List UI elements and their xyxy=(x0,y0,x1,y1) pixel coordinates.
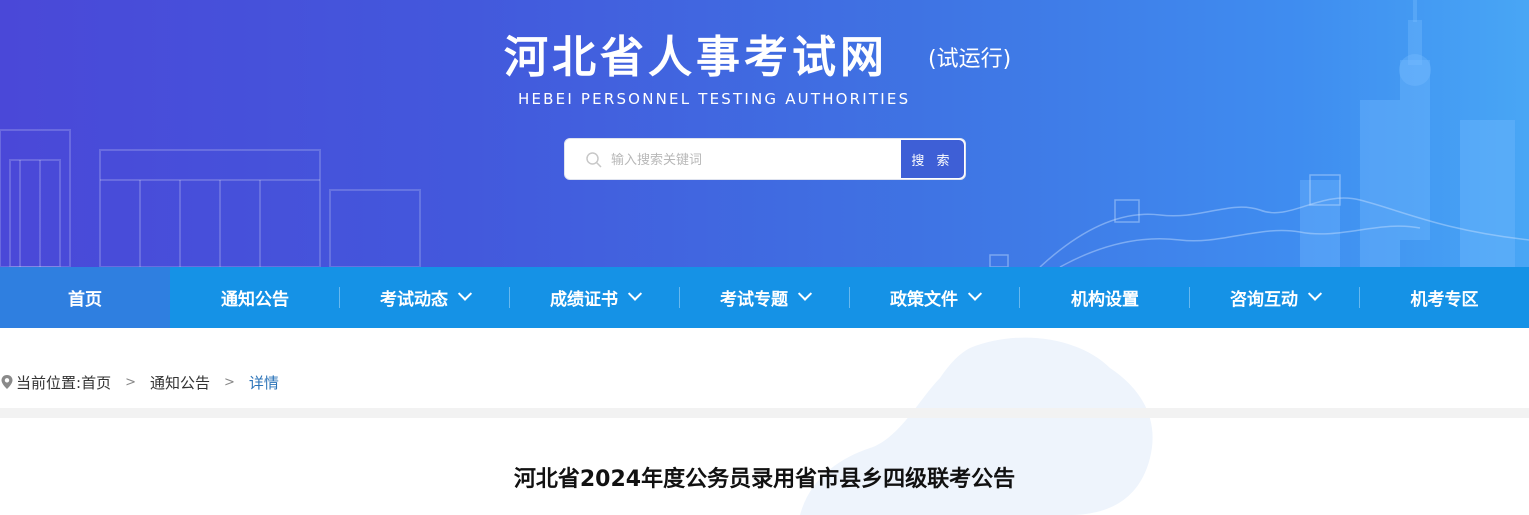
breadcrumb-current: 详情 xyxy=(248,373,279,392)
chevron-down-icon xyxy=(967,286,983,301)
nav-item-exam-topics[interactable]: 考试专题 xyxy=(680,267,850,328)
main-nav: 首页 通知公告 考试动态 成绩证书 考试专题 政策文件 机构设置 咨询互动 机考… xyxy=(0,267,1529,328)
nav-item-label: 考试动态 xyxy=(380,290,448,310)
breadcrumb-home[interactable]: 首页 xyxy=(81,372,111,393)
nav-item-label: 政策文件 xyxy=(890,290,958,310)
breadcrumb-separator: > xyxy=(224,374,235,390)
breadcrumb-prefix: 当前位置: xyxy=(16,373,82,392)
location-pin-icon xyxy=(1,375,13,389)
nav-item-consultation[interactable]: 咨询互动 xyxy=(1190,267,1360,328)
chevron-down-icon xyxy=(797,286,813,301)
chevron-down-icon xyxy=(627,286,643,301)
chevron-down-icon xyxy=(1307,286,1323,301)
nav-item-label: 考试专题 xyxy=(720,290,788,310)
nav-item-label: 通知公告 xyxy=(221,290,289,310)
nav-item-label: 首页 xyxy=(68,290,102,310)
breadcrumb-section[interactable]: 通知公告 xyxy=(150,372,210,393)
chevron-down-icon xyxy=(457,286,473,301)
breadcrumb-separator: > xyxy=(125,374,136,390)
search-box: 搜 索 xyxy=(564,138,966,180)
nav-item-home[interactable]: 首页 xyxy=(0,267,170,328)
nav-item-label: 机考专区 xyxy=(1410,290,1479,310)
search-input[interactable] xyxy=(611,145,901,175)
breadcrumb: 当前位置: 首页 > 通知公告 > 详情 xyxy=(0,371,279,393)
article-title: 河北省2024年度公务员录用省市县乡四级联考公告 xyxy=(513,467,1016,492)
nav-item-notices[interactable]: 通知公告 xyxy=(170,267,340,328)
site-subtitle: HEBEI PERSONNEL TESTING AUTHORITIES xyxy=(518,90,911,108)
nav-item-label: 机构设置 xyxy=(1071,290,1139,310)
nav-item-policy-documents[interactable]: 政策文件 xyxy=(850,267,1020,328)
site-title-tag: (试运行) xyxy=(928,47,1012,72)
section-divider xyxy=(0,408,1529,418)
search-icon xyxy=(586,152,602,168)
nav-item-computer-exam[interactable]: 机考专区 xyxy=(1360,267,1529,328)
search-button[interactable]: 搜 索 xyxy=(900,139,965,179)
page: 河北省人事考试网 (试运行) HEBEI PERSONNEL TESTING A… xyxy=(0,0,1529,515)
header-banner: 河北省人事考试网 (试运行) HEBEI PERSONNEL TESTING A… xyxy=(0,0,1529,267)
nav-item-exam-news[interactable]: 考试动态 xyxy=(340,267,510,328)
nav-item-organization[interactable]: 机构设置 xyxy=(1020,267,1190,328)
nav-item-label: 咨询互动 xyxy=(1230,290,1298,310)
site-title: 河北省人事考试网 xyxy=(504,32,888,83)
nav-item-label: 成绩证书 xyxy=(550,290,618,310)
nav-item-scores-certificates[interactable]: 成绩证书 xyxy=(510,267,680,328)
